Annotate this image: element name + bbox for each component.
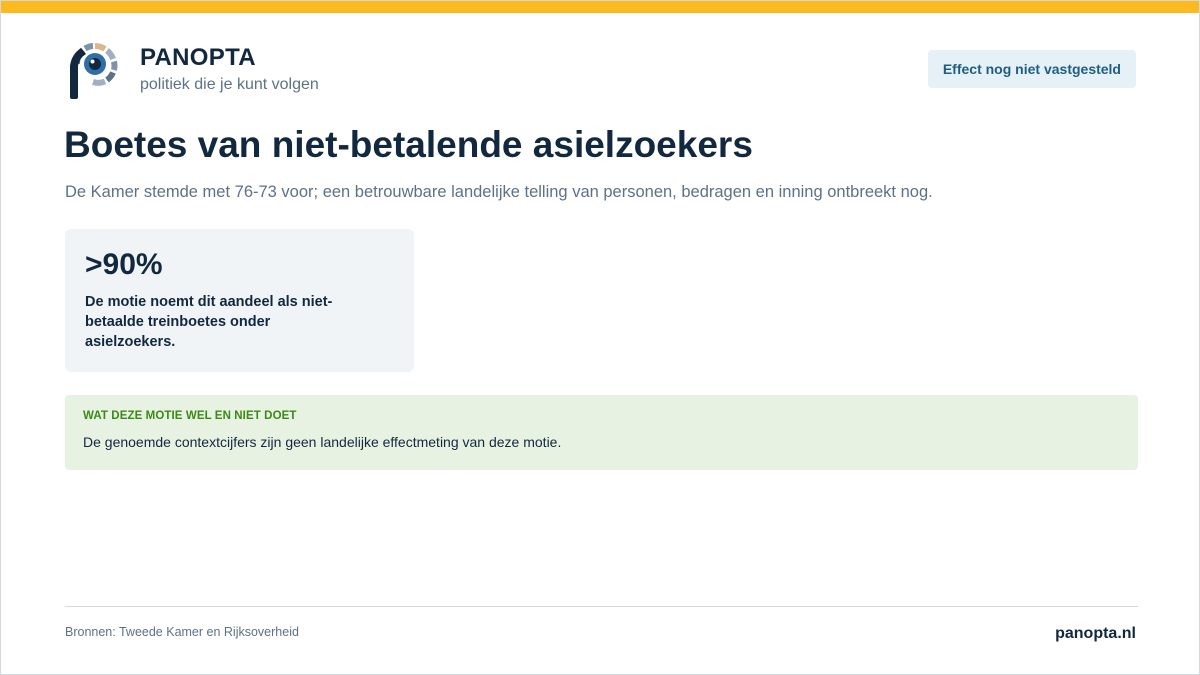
panopta-logo-icon — [70, 42, 118, 99]
footer-site-link[interactable]: panopta.nl — [1055, 624, 1136, 644]
stat-value: >90% — [85, 248, 163, 281]
notice-heading: WAT DEZE MOTIE WEL EN NIET DOET — [83, 410, 297, 422]
status-badge: Effect nog niet vastgesteld — [927, 50, 1136, 88]
brand-tagline: politiek die je kunt volgen — [140, 76, 319, 93]
stat-description: De motie noemt dit aandeel als niet-beta… — [85, 294, 333, 350]
brand-name: PANOPTA — [140, 44, 256, 71]
footer-divider — [65, 606, 1138, 607]
notice-box: WAT DEZE MOTIE WEL EN NIET DOET De genoe… — [65, 395, 1138, 470]
stat-card: >90% De motie noemt dit aandeel als niet… — [65, 229, 414, 372]
share-card: PANOPTA politiek die je kunt volgen Effe… — [0, 0, 1200, 675]
notice-text: De genoemde contextcijfers zijn geen lan… — [83, 434, 562, 450]
page-title: Boetes van niet-betalende asielzoekers — [64, 124, 753, 165]
footer-sources: Bronnen: Tweede Kamer en Rijksoverheid — [65, 625, 299, 639]
brand-header[interactable]: PANOPTA politiek die je kunt volgen — [69, 42, 319, 100]
accent-top-bar — [1, 1, 1199, 13]
page-subtitle: De Kamer stemde met 76-73 voor; een betr… — [65, 183, 933, 201]
